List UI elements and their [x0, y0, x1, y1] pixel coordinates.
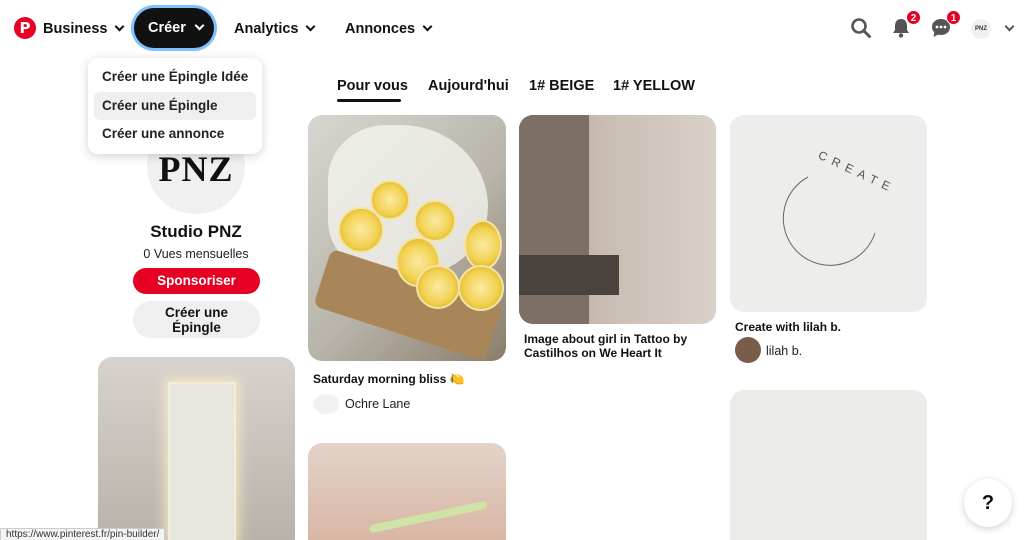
- create-circle-graphic: [782, 176, 876, 266]
- pinterest-logo-icon[interactable]: P: [14, 17, 36, 39]
- search-icon[interactable]: [850, 17, 872, 39]
- tab-yellow[interactable]: 1# YELLOW: [613, 78, 695, 102]
- chevron-down-icon: [115, 21, 125, 32]
- tab-beige[interactable]: 1# BEIGE: [529, 78, 594, 102]
- pin-author-create[interactable]: lilah b.: [766, 344, 802, 358]
- profile-name[interactable]: Studio PNZ: [98, 222, 294, 242]
- tab-aujourdhui[interactable]: Aujourd'hui: [428, 78, 509, 102]
- creer-dropdown-menu: Créer une Épingle Idée Créer une Épingle…: [88, 58, 262, 154]
- pin-title-line1: Image about girl in Tattoo by: [524, 332, 688, 346]
- creer-label: Créer: [148, 20, 186, 36]
- sponsor-button[interactable]: Sponsoriser: [133, 268, 260, 294]
- author-avatar-lilah[interactable]: [735, 337, 761, 363]
- pin-title-tattoo-girl[interactable]: Image about girl in Tattoo by Castilhos …: [524, 332, 687, 360]
- lemon-slice: [458, 265, 504, 311]
- pin-title-create[interactable]: Create with lilah b.: [735, 320, 841, 334]
- messages-icon[interactable]: 1: [930, 10, 961, 39]
- creer-menu-button[interactable]: Créer: [134, 8, 214, 48]
- annonces-label: Annonces: [345, 21, 416, 37]
- account-avatar[interactable]: PNZ: [971, 19, 991, 39]
- monthly-views: 0 Vues mensuelles: [143, 247, 249, 261]
- pin-author-lemons[interactable]: Ochre Lane: [345, 397, 410, 411]
- create-pin-label-line1: Créer une: [164, 305, 229, 320]
- pin-image-create[interactable]: CREATE: [730, 115, 927, 312]
- analytics-label: Analytics: [234, 21, 299, 37]
- business-menu[interactable]: Business: [43, 16, 125, 42]
- notifications-badge: 2: [906, 10, 921, 25]
- lemon-slice: [416, 265, 460, 309]
- chevron-down-icon: [306, 21, 316, 32]
- business-label: Business: [43, 21, 108, 37]
- pin-title-line2: Castilhos on We Heart It: [524, 346, 662, 360]
- pin-image-mirror[interactable]: [98, 357, 295, 540]
- menu-item-create-idea-pin[interactable]: Créer une Épingle Idée: [94, 63, 256, 91]
- messages-badge: 1: [946, 10, 961, 25]
- lemon-slice: [464, 220, 502, 270]
- pin-image-wall[interactable]: [730, 390, 927, 540]
- pin-image-bracelet[interactable]: [308, 443, 506, 540]
- annonces-menu[interactable]: Annonces: [345, 16, 433, 42]
- active-tab-indicator: [337, 99, 401, 102]
- create-pin-label-line2: Épingle: [172, 320, 221, 335]
- analytics-menu[interactable]: Analytics: [234, 16, 316, 42]
- account-chevron-down-icon[interactable]: [1004, 21, 1015, 32]
- status-bar-url: https://www.pinterest.fr/pin-builder/: [0, 528, 166, 540]
- notifications-bell-icon[interactable]: 2: [890, 10, 921, 39]
- mirror-shape: [168, 382, 236, 540]
- profile-avatar-logo: PNZ: [158, 149, 234, 189]
- lemon-slice: [414, 200, 456, 242]
- top-nav: P Business Créer Analytics Annonces 2 1 …: [0, 0, 1024, 58]
- chevron-down-icon: [194, 20, 205, 31]
- pin-title-lemons[interactable]: Saturday morning bliss 🍋: [313, 372, 465, 386]
- pin-image-lemons[interactable]: [308, 115, 506, 361]
- chevron-down-icon: [422, 21, 433, 32]
- bracelet-shape: [368, 500, 488, 534]
- author-avatar-ochre-lane[interactable]: [313, 394, 339, 414]
- lemon-slice: [370, 180, 410, 220]
- help-button[interactable]: ?: [964, 479, 1012, 527]
- menu-item-create-pin[interactable]: Créer une Épingle: [94, 91, 256, 120]
- menu-item-create-ad[interactable]: Créer une annonce: [94, 120, 256, 148]
- pin-image-tattoo-girl[interactable]: [519, 115, 716, 324]
- lace-top-shape: [519, 255, 619, 295]
- create-pin-button[interactable]: Créer une Épingle: [133, 301, 260, 338]
